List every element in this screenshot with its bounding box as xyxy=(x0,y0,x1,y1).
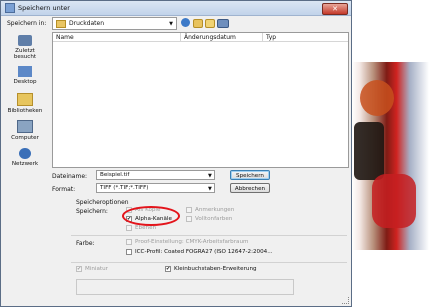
window-title: Speichern unter xyxy=(18,4,70,12)
photo-shape xyxy=(354,122,384,180)
column-header-type[interactable]: Typ xyxy=(263,33,348,42)
format-label: Format: xyxy=(52,186,76,193)
save-in-dropdown[interactable]: Druckdaten ▼ xyxy=(52,17,177,30)
chevron-down-icon[interactable]: ▼ xyxy=(208,173,212,179)
cancel-button[interactable]: Abbrechen xyxy=(230,183,270,193)
thumbnail-checkbox: ✔ xyxy=(76,266,82,272)
place-recent[interactable]: Zuletzt besucht xyxy=(5,35,45,60)
background-photo xyxy=(352,62,429,250)
folder-icon xyxy=(56,19,66,28)
thumbnail-option: ✔ Miniatur xyxy=(76,266,108,272)
option-label: Anmerkungen xyxy=(195,207,235,213)
options-title: Speicheroptionen xyxy=(76,199,129,206)
new-folder-icon[interactable] xyxy=(205,19,215,28)
save-options-label: Speichern: xyxy=(76,208,108,215)
chevron-down-icon[interactable]: ▼ xyxy=(169,21,173,27)
option-label: Kleinbuchstaben-Erweiterung xyxy=(174,266,257,272)
notes-option: Anmerkungen xyxy=(186,207,234,213)
save-in-label: Speichern in: xyxy=(7,20,47,27)
lowercase-extension-option[interactable]: ✔ Kleinbuchstaben-Erweiterung xyxy=(165,266,257,272)
icc-profile-option[interactable]: ICC-Profil: Coated FOGRA27 (ISO 12647-2:… xyxy=(126,249,273,255)
place-label: Netzwerk xyxy=(11,161,39,167)
color-label: Farbe: xyxy=(76,240,95,247)
up-folder-icon[interactable] xyxy=(193,19,203,28)
recent-places-icon xyxy=(18,35,32,46)
place-label: Computer xyxy=(11,135,39,141)
option-label: Proof-Einstellung: CMYK-Arbeitsfarbraum xyxy=(135,239,249,245)
photo-shape xyxy=(372,174,416,228)
divider xyxy=(71,262,347,263)
proof-setup-option: Proof-Einstellung: CMYK-Arbeitsfarbraum xyxy=(126,239,248,245)
save-as-dialog: Speichern unter ✕ Speichern in: Druckdat… xyxy=(0,0,352,307)
warning-area xyxy=(76,279,294,295)
save-button[interactable]: Speichern xyxy=(230,170,270,180)
option-label: Volltonfarben xyxy=(195,216,233,222)
file-list[interactable]: Name Änderungsdatum Typ xyxy=(52,32,349,168)
format-dropdown[interactable]: TIFF (*.TIF;*.TIFF) xyxy=(96,183,215,193)
notes-checkbox xyxy=(186,207,192,213)
app-icon xyxy=(5,3,15,13)
photo-shape xyxy=(360,80,394,116)
column-header-date[interactable]: Änderungsdatum xyxy=(181,33,263,42)
save-options: Speicheroptionen Speichern: Als Kopie ✔ … xyxy=(71,199,347,304)
back-icon[interactable] xyxy=(181,18,190,27)
divider xyxy=(71,235,347,236)
place-label: Desktop xyxy=(13,79,37,85)
filename-input[interactable]: Beispiel.tif xyxy=(96,170,215,180)
option-label: ICC-Profil: Coated FOGRA27 (ISO 12647-2:… xyxy=(135,249,273,255)
place-computer[interactable]: Computer xyxy=(5,120,45,141)
column-header-name[interactable]: Name xyxy=(53,33,181,42)
computer-icon xyxy=(17,120,33,133)
spot-colors-checkbox xyxy=(186,216,192,222)
place-label: Zuletzt besucht xyxy=(13,48,37,60)
option-label: Miniatur xyxy=(85,266,108,272)
place-network[interactable]: Netzwerk xyxy=(5,148,45,167)
chevron-down-icon[interactable]: ▼ xyxy=(208,186,212,192)
place-desktop[interactable]: Desktop xyxy=(5,66,45,85)
close-button[interactable]: ✕ xyxy=(322,3,348,15)
view-menu-icon[interactable] xyxy=(217,19,229,28)
title-bar: Speichern unter xyxy=(1,1,351,16)
desktop-icon xyxy=(18,66,32,77)
place-libraries[interactable]: Bibliotheken xyxy=(5,93,45,114)
filename-label: Dateiname: xyxy=(52,173,88,180)
highlight-ellipse xyxy=(122,206,180,226)
libraries-icon xyxy=(17,93,33,106)
layers-checkbox xyxy=(126,225,132,231)
place-label: Bibliotheken xyxy=(7,108,43,114)
current-folder: Druckdaten xyxy=(69,20,104,27)
spot-colors-option: Volltonfarben xyxy=(186,216,232,222)
resize-grip[interactable] xyxy=(342,297,349,304)
lowercase-extension-checkbox[interactable]: ✔ xyxy=(165,266,171,272)
network-icon xyxy=(19,148,31,159)
icc-profile-checkbox[interactable] xyxy=(126,249,132,255)
proof-setup-checkbox xyxy=(126,239,132,245)
